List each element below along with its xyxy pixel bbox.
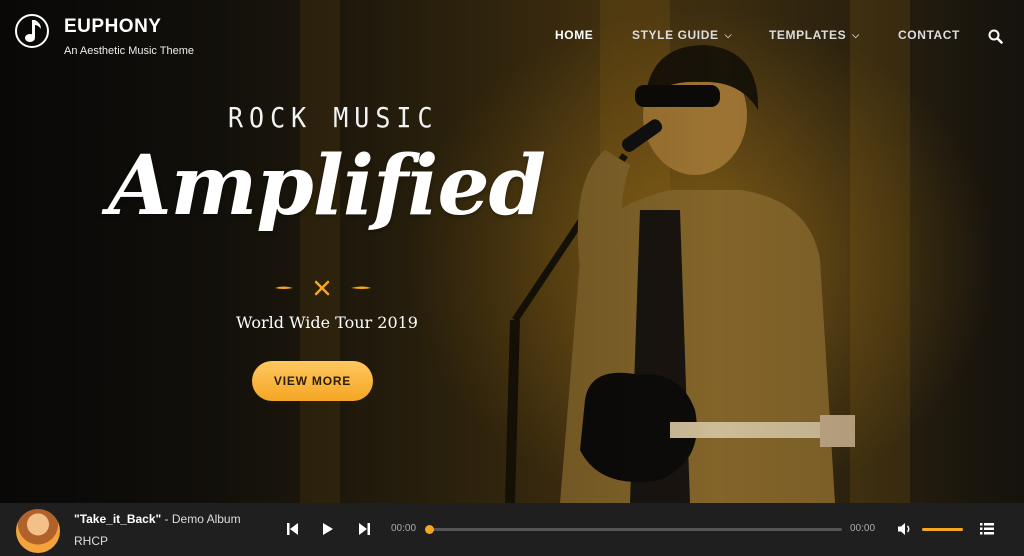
playlist-icon[interactable] [980, 523, 994, 535]
nav-templates[interactable]: TEMPLATES ⌵ [769, 28, 860, 42]
brand-name[interactable]: EUPHONY [64, 16, 161, 38]
next-icon[interactable] [358, 522, 370, 536]
track-info: "Take_it_Back" - Demo Album [74, 512, 241, 526]
hero-banner [0, 0, 1024, 503]
nav-contact[interactable]: CONTACT [898, 28, 960, 42]
play-icon[interactable] [322, 522, 334, 536]
album-name: - Demo Album [161, 512, 241, 526]
volume-slider[interactable] [922, 528, 963, 531]
hero-headline: Amplified [108, 138, 546, 234]
artist-name: RHCP [74, 534, 109, 548]
hero-eyebrow: ROCK MUSIC [228, 101, 439, 134]
time-elapsed: 00:00 [391, 523, 417, 534]
music-note-icon[interactable] [15, 14, 49, 48]
volume-level [922, 528, 963, 531]
nav-home[interactable]: HOME [555, 28, 593, 42]
album-cover[interactable] [16, 509, 60, 553]
chevron-down-icon: ⌵ [724, 30, 733, 40]
view-more-button[interactable]: VIEW MORE [252, 361, 373, 401]
hero-subtitle: World Wide Tour 2019 [236, 313, 418, 332]
chevron-down-icon: ⌵ [852, 30, 860, 40]
progress-bar[interactable] [425, 525, 842, 534]
audio-player: "Take_it_Back" - Demo Album RHCP 00:00 0… [0, 503, 1024, 556]
volume-icon[interactable] [897, 522, 913, 536]
brand-tagline: An Aesthetic Music Theme [64, 45, 195, 57]
song-title[interactable]: "Take_it_Back" [74, 512, 161, 526]
nav-style-guide[interactable]: STYLE GUIDE ⌵ [632, 28, 732, 42]
progress-knob[interactable] [425, 525, 434, 534]
ornament-divider-icon [275, 280, 371, 296]
previous-icon[interactable] [287, 522, 299, 536]
time-total: 00:00 [850, 523, 876, 534]
search-icon[interactable] [988, 29, 1003, 44]
